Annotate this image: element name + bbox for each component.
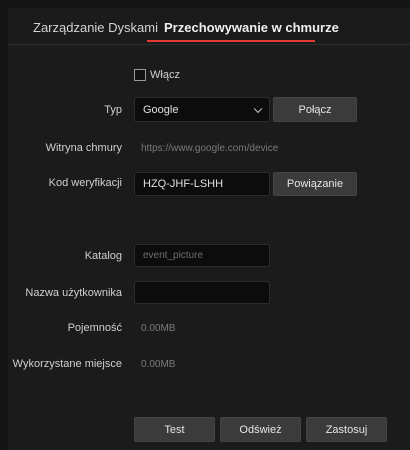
tab-disk-management[interactable]: Zarządzanie Dyskami <box>33 20 158 35</box>
type-select[interactable]: Google <box>134 97 270 122</box>
cloud-website-value: https://www.google.com/device <box>141 143 279 154</box>
chevron-down-icon <box>253 104 263 113</box>
refresh-button[interactable]: Odśwież <box>220 417 301 442</box>
apply-button[interactable]: Zastosuj <box>306 417 387 442</box>
enable-checkbox[interactable] <box>134 69 146 81</box>
enable-label: Włącz <box>150 69 180 81</box>
capacity-value: 0.00MB <box>141 323 176 334</box>
username-label: Nazwa użytkownika <box>25 287 122 299</box>
type-label: Typ <box>104 104 122 116</box>
capacity-label: Pojemność <box>67 322 122 334</box>
used-space-value: 0.00MB <box>141 359 176 370</box>
tab-cloud-storage[interactable]: Przechowywanie w chmurze <box>164 20 339 35</box>
test-button[interactable]: Test <box>134 417 215 442</box>
verification-code-label: Kod weryfikacji <box>48 177 122 189</box>
username-field[interactable] <box>134 281 270 304</box>
used-space-label: Wykorzystane miejsce <box>12 358 122 370</box>
bind-button[interactable]: Powiązanie <box>273 172 357 196</box>
verification-code-value: HZQ-JHF-LSHH <box>143 178 224 190</box>
directory-placeholder: event_picture <box>143 250 204 261</box>
cloud-website-label: Witryna chmury <box>45 142 122 154</box>
connect-button[interactable]: Połącz <box>273 97 357 122</box>
verification-code-field[interactable]: HZQ-JHF-LSHH <box>134 172 270 196</box>
active-tab-indicator <box>147 40 315 42</box>
type-select-value: Google <box>143 103 179 116</box>
directory-field[interactable]: event_picture <box>134 244 270 267</box>
settings-panel <box>8 8 410 450</box>
directory-label: Katalog <box>84 250 122 262</box>
